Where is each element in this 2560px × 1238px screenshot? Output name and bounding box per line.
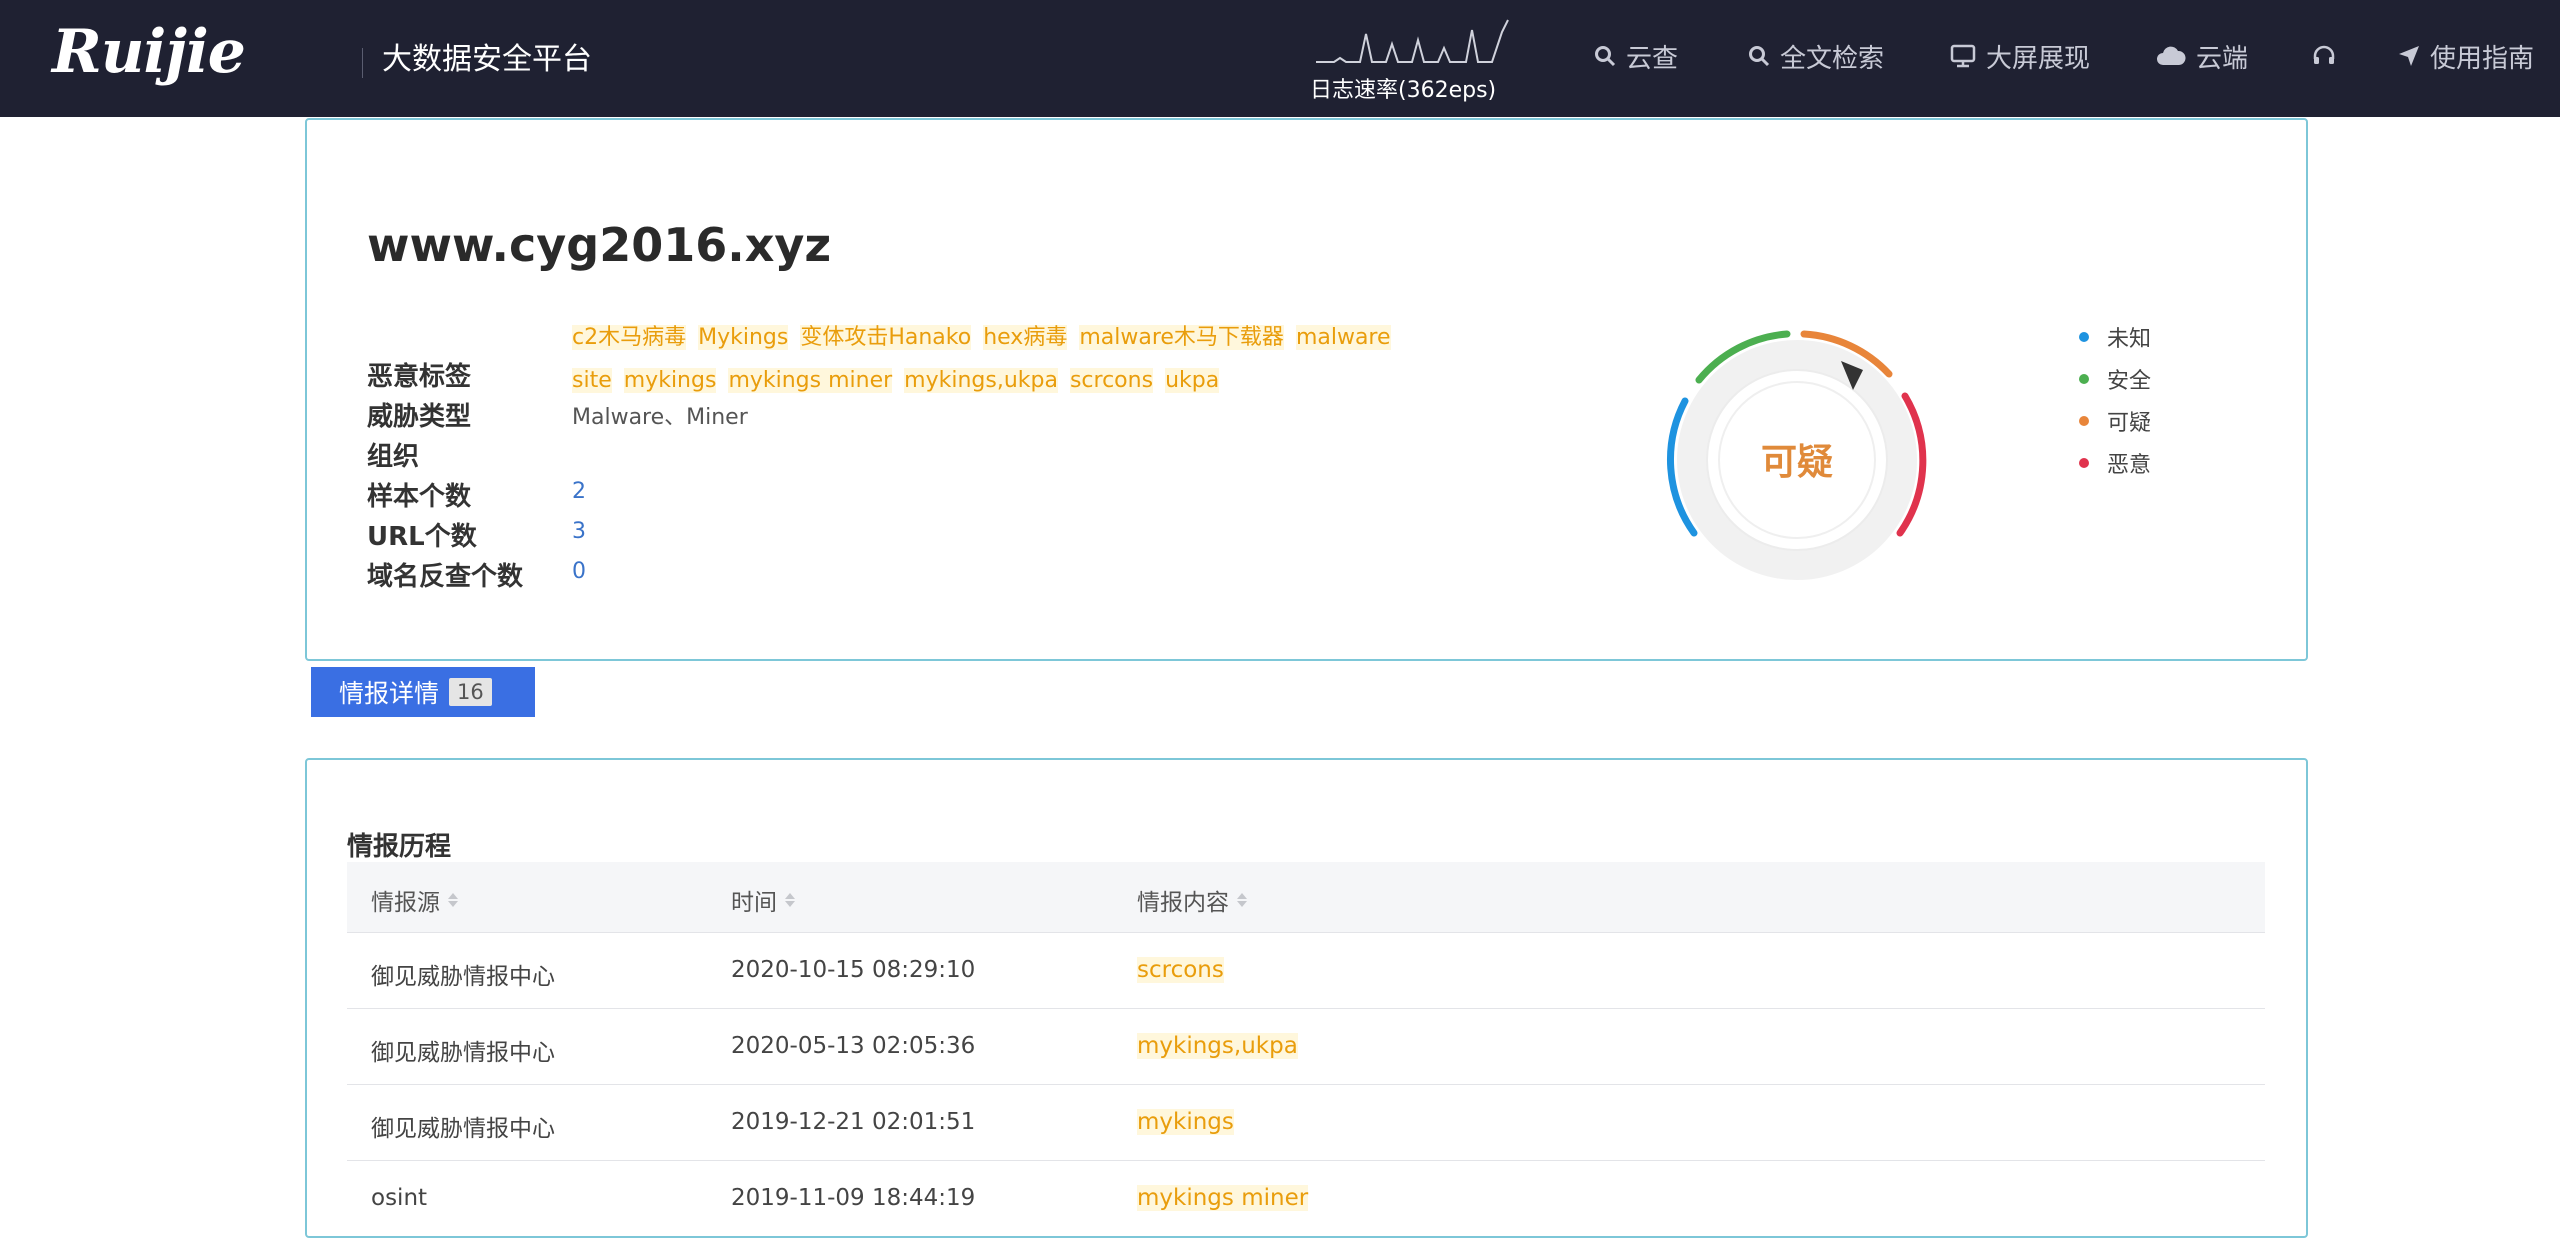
legend-item-suspicious: 可疑 (2079, 400, 2151, 442)
legend-dot (2079, 416, 2089, 426)
legend-dot (2079, 458, 2089, 468)
row-content: scrcons (1137, 957, 1224, 983)
top-navbar: Ruijie 大数据安全平台 日志速率(362eps) 云查 全文检索 大屏展现… (0, 0, 2560, 117)
column-header-time[interactable]: 时间 (731, 883, 795, 917)
column-label: 时间 (731, 890, 777, 916)
legend-label: 恶意 (2107, 453, 2152, 478)
legend-item-unknown: 未知 (2079, 316, 2151, 358)
reverse-lookup-label: 域名反查个数 (367, 562, 524, 592)
row-time: 2019-11-09 18:44:19 (731, 1185, 976, 1211)
org-label: 组织 (367, 442, 420, 472)
nav-cloud[interactable]: 云端 (2156, 36, 2248, 76)
legend-dot (2079, 332, 2089, 342)
row-source: 御见威胁情报中心 (371, 1040, 555, 1066)
table-row: 御见威胁情报中心 2020-10-15 08:29:10 scrcons (347, 933, 2265, 1009)
tab-count-badge: 16 (449, 678, 492, 706)
column-header-source[interactable]: 情报源 (371, 883, 458, 917)
legend-label: 安全 (2107, 369, 2152, 394)
search-icon (1594, 45, 1616, 67)
ruijie-logo[interactable]: Ruijie (52, 22, 246, 82)
table-row: 御见威胁情报中心 2019-12-21 02:01:51 mykings (347, 1085, 2265, 1161)
monitor-icon (1950, 44, 1976, 68)
reverse-lookup-link[interactable]: 0 (572, 559, 586, 584)
malicious-tag[interactable]: mykings (623, 368, 717, 393)
legend-dot (2079, 374, 2089, 384)
row-content: mykings (1137, 1109, 1234, 1135)
malicious-tag[interactable]: hex病毒 (983, 325, 1068, 350)
malicious-tag[interactable]: mykings,ukpa (904, 368, 1058, 393)
cloud-icon (2156, 45, 2186, 67)
legend-item-malicious: 恶意 (2079, 442, 2151, 484)
intel-history-card: 情报历程 情报源 时间 情报内容 御见威胁情报中心 2020-10-15 08:… (305, 758, 2308, 1238)
search-icon (1748, 45, 1770, 67)
tab-intel-details[interactable]: 情报详情 16 (311, 667, 535, 717)
row-source: 御见威胁情报中心 (371, 964, 555, 990)
column-label: 情报内容 (1137, 890, 1229, 916)
sort-icon[interactable] (1237, 893, 1247, 907)
nav-label: 云查 (1626, 43, 1679, 74)
navigation-icon (2398, 45, 2420, 67)
row-source: osint (371, 1185, 428, 1211)
legend-label: 未知 (2107, 327, 2152, 352)
row-source: 御见威胁情报中心 (371, 1116, 555, 1142)
malicious-tag[interactable]: scrcons (1069, 368, 1154, 393)
domain-title: www.cyg2016.xyz (367, 218, 832, 272)
tab-label: 情报详情 (339, 679, 440, 708)
nav-label: 使用指南 (2430, 43, 2535, 74)
title-divider (362, 48, 363, 78)
malicious-tag[interactable]: malware木马下载器 (1079, 325, 1284, 350)
threat-type-label: 威胁类型 (367, 402, 472, 432)
column-label: 情报源 (371, 890, 440, 916)
log-rate-sparkline (1316, 19, 1509, 63)
sample-count-label: 样本个数 (367, 482, 472, 512)
nav-label: 全文检索 (1780, 43, 1885, 74)
column-header-content[interactable]: 情报内容 (1137, 883, 1247, 917)
malicious-tags: c2木马病毒 Mykings 变体攻击Hanako hex病毒 malware木马下载器… (572, 316, 1472, 402)
malicious-tag[interactable]: ukpa (1165, 368, 1220, 393)
sort-icon[interactable] (785, 893, 795, 907)
table-header: 情报源 时间 情报内容 (347, 862, 2265, 933)
url-count-label: URL个数 (367, 522, 477, 552)
nav-big-screen[interactable]: 大屏展现 (1950, 36, 2090, 76)
row-time: 2019-12-21 02:01:51 (731, 1109, 976, 1135)
url-count-link[interactable]: 3 (572, 519, 586, 544)
nav-support[interactable] (2312, 36, 2346, 76)
headset-icon (2312, 45, 2336, 67)
intel-summary-card: www.cyg2016.xyz c2木马病毒 Mykings 变体攻击Hanako h… (305, 118, 2308, 661)
verdict-gauge: 可疑 (1667, 330, 1927, 580)
platform-title: 大数据安全平台 (382, 42, 592, 77)
verdict-text: 可疑 (1761, 442, 1833, 483)
row-content: mykings,ukpa (1137, 1033, 1298, 1059)
malicious-tag[interactable]: 变体攻击Hanako (800, 325, 972, 350)
row-time: 2020-10-15 08:29:10 (731, 957, 976, 983)
row-time: 2020-05-13 02:05:36 (731, 1033, 976, 1059)
legend-item-safe: 安全 (2079, 358, 2151, 400)
nav-user-guide[interactable]: 使用指南 (2398, 36, 2534, 76)
table-row: osint 2019-11-09 18:44:19 mykings miner (347, 1161, 2265, 1236)
malicious-tag[interactable]: c2木马病毒 (572, 325, 687, 350)
nav-label: 云端 (2196, 43, 2249, 74)
nav-cloud-query[interactable]: 云查 (1594, 36, 1678, 76)
log-rate-label: 日志速率(362eps) (1310, 78, 1497, 103)
row-content: mykings miner (1137, 1185, 1309, 1211)
malicious-tag[interactable]: site (572, 368, 612, 393)
legend-label: 可疑 (2107, 411, 2152, 436)
malicious-tag[interactable]: malware (1295, 325, 1391, 350)
tags-label: 恶意标签 (367, 362, 472, 392)
nav-label: 大屏展现 (1986, 43, 2091, 74)
threat-type-value: Malware、Miner (572, 405, 748, 430)
malicious-tag[interactable]: mykings miner (728, 368, 893, 393)
history-title: 情报历程 (347, 832, 452, 862)
malicious-tag[interactable]: Mykings (698, 325, 789, 350)
sort-icon[interactable] (448, 893, 458, 907)
verdict-legend: 未知 安全 可疑 恶意 (2079, 316, 2151, 484)
sample-count-link[interactable]: 2 (572, 479, 586, 504)
nav-fulltext-search[interactable]: 全文检索 (1748, 36, 1884, 76)
table-row: 御见威胁情报中心 2020-05-13 02:05:36 mykings,ukp… (347, 1009, 2265, 1085)
